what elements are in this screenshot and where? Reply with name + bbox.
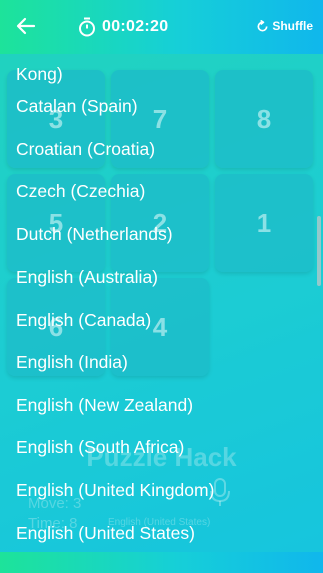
language-option[interactable]: English (United States) xyxy=(16,523,195,544)
refresh-icon xyxy=(257,19,268,31)
timer-value: 00:02:20 xyxy=(102,18,169,35)
language-option[interactable]: English (New Zealand) xyxy=(16,395,193,416)
language-option[interactable]: English (United Kingdom) xyxy=(16,480,214,501)
language-option[interactable]: English (South Africa) xyxy=(16,437,184,458)
language-option[interactable]: Catalan (Spain) xyxy=(16,96,138,117)
language-option[interactable]: English (Canada) xyxy=(16,310,151,331)
stopwatch-icon xyxy=(79,17,95,37)
shuffle-button[interactable]: Shuffle xyxy=(256,19,313,33)
bottom-bar xyxy=(0,552,323,573)
language-option[interactable]: English (India) xyxy=(16,352,128,373)
language-option[interactable]: Czech (Czechia) xyxy=(16,181,145,202)
top-app-bar: 00:02:20 Shuffle xyxy=(0,0,323,54)
menu-scrollbar[interactable] xyxy=(317,216,321,286)
language-option[interactable]: Dutch (Netherlands) xyxy=(16,224,173,245)
language-option[interactable]: Kong) xyxy=(16,64,63,85)
language-option[interactable]: Croatian (Croatia) xyxy=(16,139,155,160)
language-option[interactable]: English (Australia) xyxy=(16,267,158,288)
shuffle-label: Shuffle xyxy=(272,19,313,33)
game-timer: 00:02:20 xyxy=(78,17,168,37)
back-arrow-icon[interactable] xyxy=(14,14,38,38)
language-dropdown-menu[interactable]: Kong) Catalan (Spain) Croatian (Croatia)… xyxy=(0,54,323,552)
app-screen: 3 7 8 5 2 1 6 4 Puzzle Hack Move: 3 Time… xyxy=(0,0,323,573)
